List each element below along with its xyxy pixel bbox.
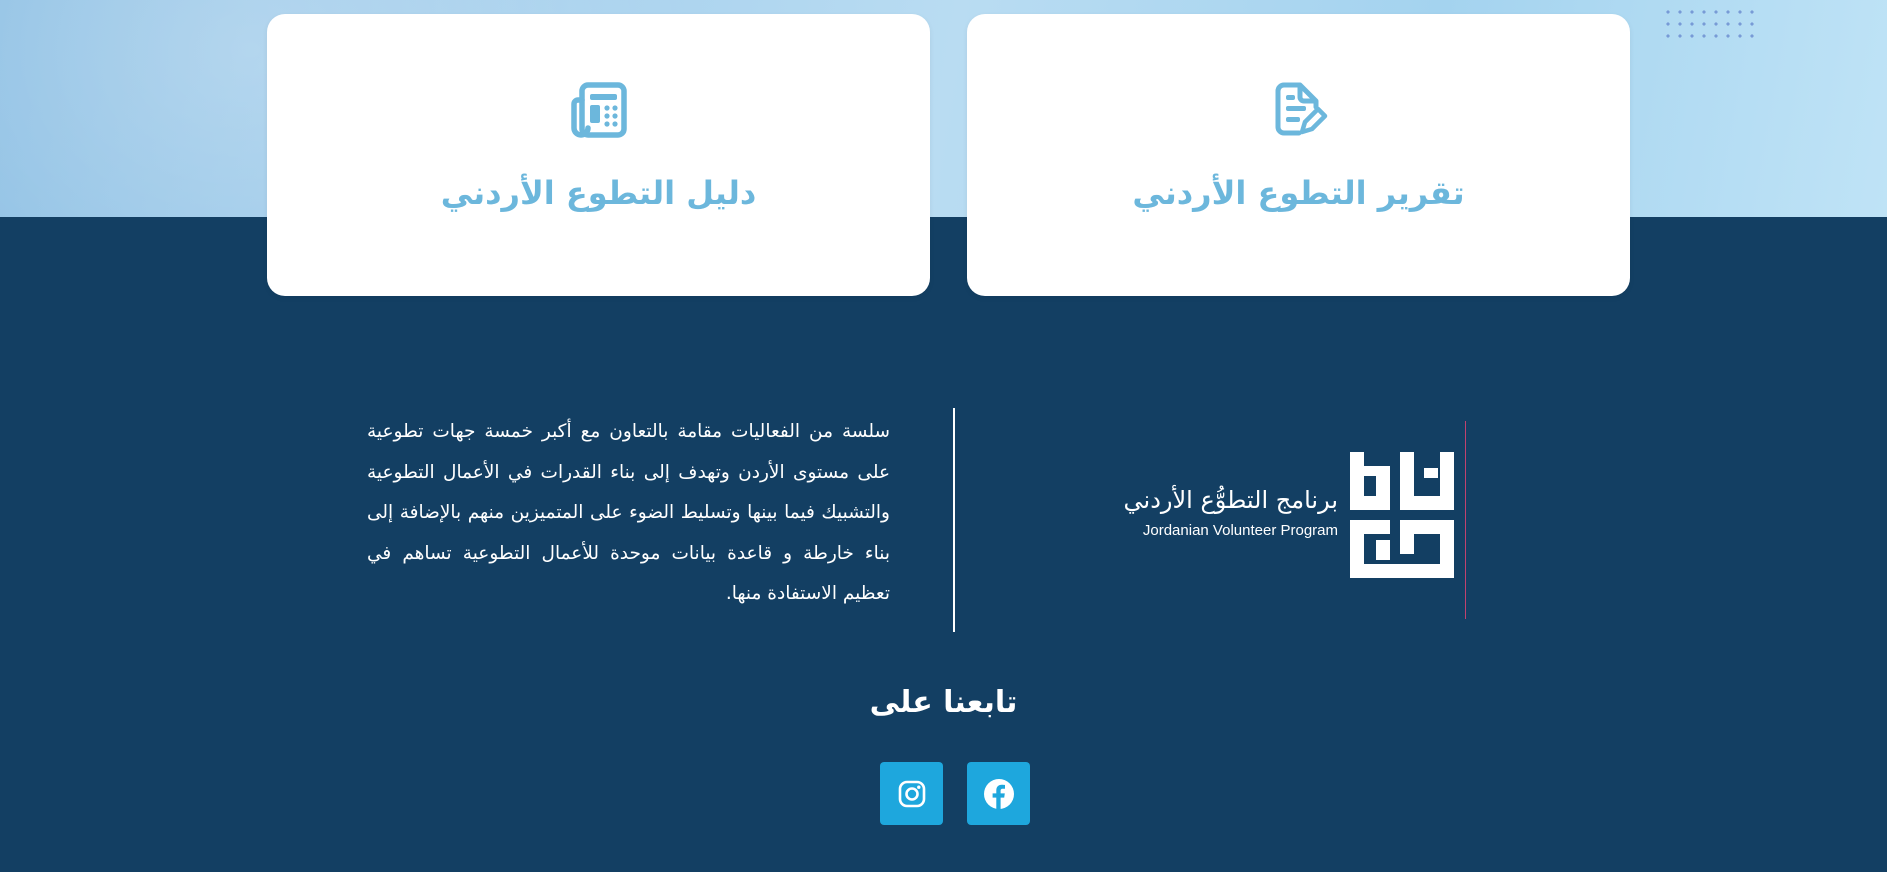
- instagram-button[interactable]: [880, 762, 943, 825]
- newspaper-icon: [570, 82, 627, 138]
- logo-divider: [1465, 421, 1466, 619]
- facebook-icon: [983, 778, 1014, 809]
- card-volunteer-report[interactable]: تقرير التطوع الأردني: [967, 14, 1630, 296]
- decorative-dots: [1662, 6, 1762, 42]
- logo-mark-icon: [1350, 452, 1454, 578]
- logo-arabic-text: برنامج التطوُّع الأردني: [1123, 486, 1338, 514]
- section-divider: [953, 408, 955, 632]
- program-logo: برنامج التطوُّع الأردني Jordanian Volunt…: [1100, 420, 1456, 620]
- follow-us-heading: تابعنا على: [869, 685, 1018, 720]
- about-text: سلسة من الفعاليات مقامة بالتعاون مع أكبر…: [367, 421, 890, 604]
- logo-english-text: Jordanian Volunteer Program: [1142, 522, 1338, 539]
- card-title[interactable]: دليل التطوع الأردني: [267, 174, 930, 212]
- instagram-icon: [898, 780, 925, 807]
- file-pen-icon: [1275, 82, 1327, 136]
- card-volunteer-guide[interactable]: دليل التطوع الأردني: [267, 14, 930, 296]
- facebook-button[interactable]: [967, 762, 1030, 825]
- card-title[interactable]: تقرير التطوع الأردني: [967, 174, 1630, 212]
